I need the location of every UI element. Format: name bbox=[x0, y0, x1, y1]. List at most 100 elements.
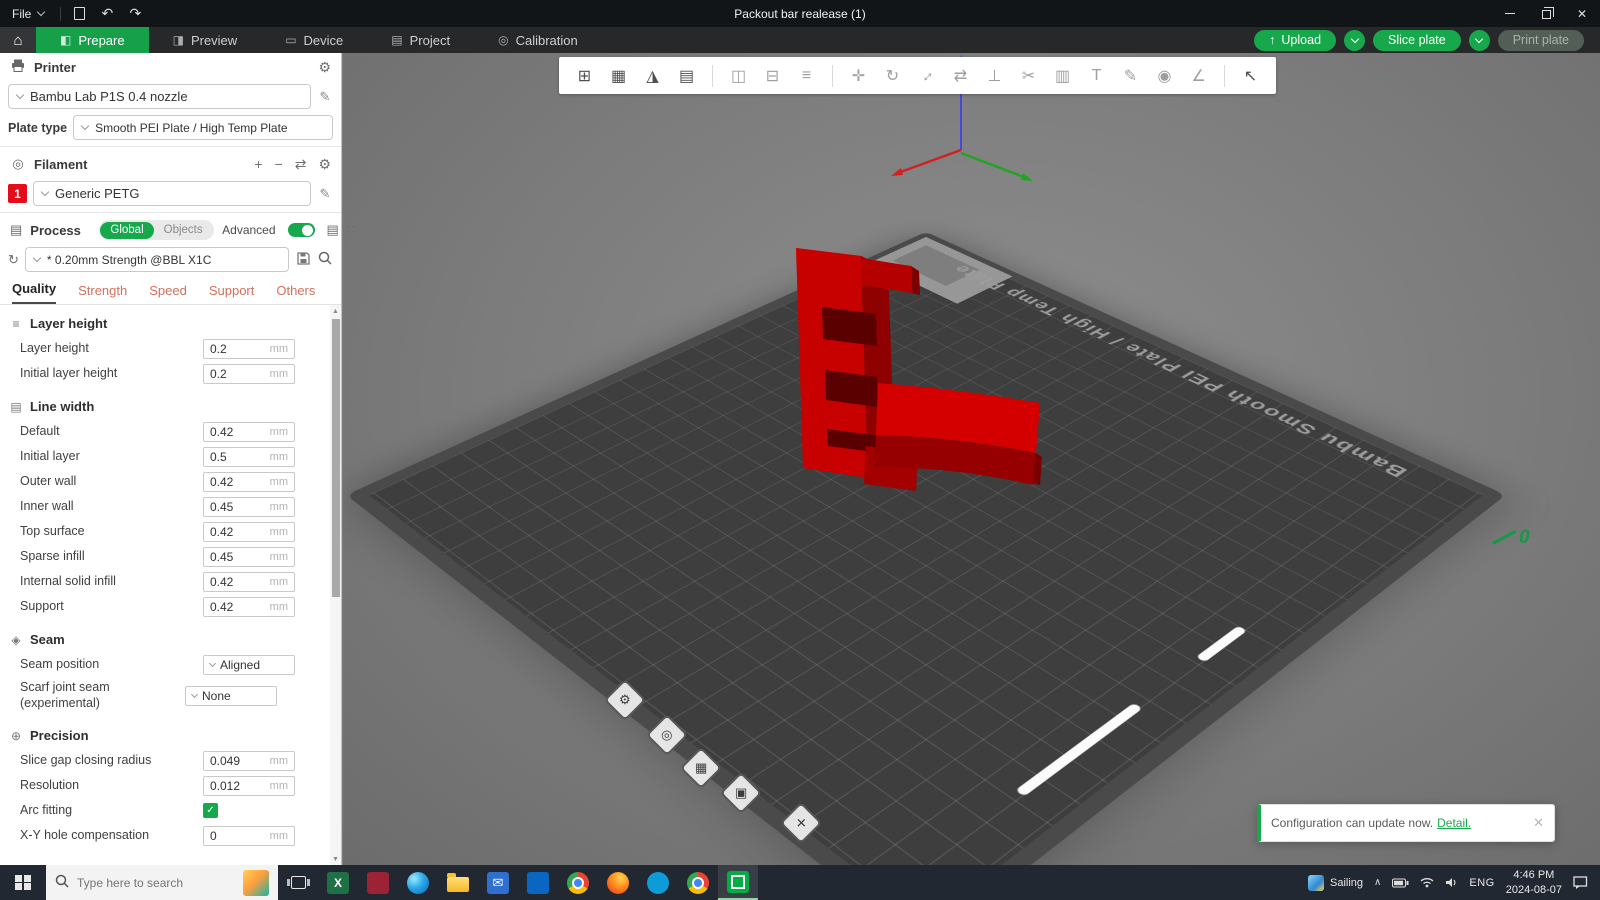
tab-strength[interactable]: Strength bbox=[78, 283, 127, 304]
scale-icon[interactable]: ↔ bbox=[905, 54, 947, 96]
assembly-view-icon[interactable]: ↖ bbox=[1235, 61, 1266, 90]
language-indicator[interactable]: ENG bbox=[1469, 877, 1494, 889]
app-icon-edge[interactable] bbox=[398, 865, 438, 900]
process-preset-select[interactable]: * 0.20mm Strength @BBL X1C bbox=[25, 247, 289, 272]
advanced-toggle[interactable] bbox=[288, 223, 315, 237]
scrollbar-track[interactable] bbox=[332, 317, 340, 853]
seam-painting-icon[interactable]: ◉ bbox=[1149, 61, 1180, 90]
start-button[interactable] bbox=[0, 865, 46, 900]
line-width-top-surface-input[interactable]: 0.42mm bbox=[203, 522, 295, 542]
file-menu[interactable]: File bbox=[0, 0, 56, 27]
paint-support-icon[interactable]: ✎ bbox=[1115, 61, 1146, 90]
filament-select[interactable]: Generic PETG bbox=[33, 181, 311, 206]
search-highlight-image[interactable] bbox=[243, 870, 269, 896]
app-icon-chrome[interactable] bbox=[558, 865, 598, 900]
add-plate-icon[interactable]: ▦ bbox=[603, 61, 634, 90]
move-icon[interactable]: ✛ bbox=[843, 61, 874, 90]
print-plate-button[interactable]: Print plate bbox=[1498, 30, 1584, 51]
search-preset-icon[interactable] bbox=[317, 251, 333, 268]
xy-hole-compensation-input[interactable]: 0mm bbox=[203, 826, 295, 846]
scroll-down-icon[interactable]: ▼ bbox=[332, 853, 339, 865]
tray-expand-icon[interactable]: ∧ bbox=[1374, 877, 1381, 888]
filament-edit-icon[interactable]: ✎ bbox=[317, 186, 333, 202]
line-width-internal-solid-input[interactable]: 0.42mm bbox=[203, 572, 295, 592]
restore-button[interactable] bbox=[1528, 0, 1564, 27]
action-center-icon[interactable] bbox=[1573, 876, 1588, 889]
auto-orient-icon[interactable]: ◮ bbox=[637, 61, 668, 90]
printer-settings-icon[interactable]: ⚙ bbox=[318, 59, 331, 76]
scope-global-pill[interactable]: Global bbox=[100, 222, 153, 239]
tab-calibration[interactable]: ◎ Calibration bbox=[474, 27, 602, 53]
model-object[interactable] bbox=[778, 231, 1048, 501]
app-icon-file-explorer[interactable] bbox=[438, 865, 478, 900]
viewport-3d[interactable]: Bambu Smooth PEI Plate / High Temp Plate… bbox=[343, 53, 1600, 865]
line-width-default-input[interactable]: 0.42mm bbox=[203, 422, 295, 442]
home-button[interactable]: ⌂ bbox=[0, 27, 36, 53]
minimize-button[interactable] bbox=[1492, 0, 1528, 27]
slice-plate-button[interactable]: Slice plate bbox=[1373, 30, 1461, 51]
save-project-icon[interactable] bbox=[65, 0, 93, 27]
app-icon-excel[interactable]: X bbox=[318, 865, 358, 900]
text-tool-icon[interactable]: T bbox=[1081, 61, 1112, 90]
add-object-icon[interactable]: ⊞ bbox=[569, 61, 600, 90]
process-scope-toggle[interactable]: Global Objects bbox=[99, 220, 214, 240]
lay-on-face-icon[interactable]: ⊥ bbox=[979, 61, 1010, 90]
undo-icon[interactable]: ↶ bbox=[93, 0, 121, 27]
printer-select[interactable]: Bambu Lab P1S 0.4 nozzle bbox=[8, 84, 311, 109]
upload-button[interactable]: ↑ Upload bbox=[1254, 30, 1336, 51]
tab-project[interactable]: ▤ Project bbox=[367, 27, 474, 53]
split-to-objects-icon[interactable]: ◫ bbox=[723, 61, 754, 90]
scrollbar-thumb[interactable] bbox=[332, 319, 340, 597]
tab-prepare[interactable]: ◧ Prepare bbox=[36, 27, 149, 53]
tab-quality[interactable]: Quality bbox=[12, 281, 56, 304]
arc-fitting-checkbox[interactable] bbox=[203, 803, 218, 818]
process-grid-icon[interactable]: ∷ bbox=[347, 222, 355, 238]
battery-icon[interactable] bbox=[1392, 878, 1409, 888]
redo-icon[interactable]: ↷ bbox=[121, 0, 149, 27]
line-width-support-input[interactable]: 0.42mm bbox=[203, 597, 295, 617]
seam-position-select[interactable]: Aligned bbox=[203, 655, 295, 675]
taskbar-search[interactable] bbox=[46, 865, 278, 900]
tab-device[interactable]: ▭ Device bbox=[261, 27, 367, 53]
split-to-parts-icon[interactable]: ⊟ bbox=[757, 61, 788, 90]
line-width-initial-input[interactable]: 0.5mm bbox=[203, 447, 295, 467]
wifi-icon[interactable] bbox=[1420, 877, 1434, 888]
cut-icon[interactable]: ✂ bbox=[1013, 61, 1044, 90]
tab-preview[interactable]: ◨ Preview bbox=[149, 27, 262, 53]
assembly-list-icon[interactable]: ≡ bbox=[791, 61, 822, 90]
save-preset-icon[interactable] bbox=[295, 252, 311, 268]
search-input[interactable] bbox=[77, 876, 235, 890]
variable-layer-height-icon[interactable]: ▥ bbox=[1047, 61, 1078, 90]
weather-widget[interactable]: Sailing bbox=[1308, 875, 1363, 891]
tab-speed[interactable]: Speed bbox=[149, 283, 187, 304]
toast-detail-link[interactable]: Detail. bbox=[1437, 816, 1471, 830]
filament-settings-icon[interactable]: ⚙ bbox=[318, 156, 331, 173]
tab-others[interactable]: Others bbox=[276, 283, 315, 304]
close-button[interactable]: ✕ bbox=[1564, 0, 1600, 27]
app-icon-bambu-studio[interactable] bbox=[718, 865, 758, 900]
app-icon-blue[interactable] bbox=[638, 865, 678, 900]
resolution-input[interactable]: 0.012mm bbox=[203, 776, 295, 796]
process-list-icon[interactable]: ▤ bbox=[327, 222, 339, 238]
printer-edit-icon[interactable]: ✎ bbox=[317, 89, 333, 105]
app-icon-firefox[interactable] bbox=[598, 865, 638, 900]
scarf-joint-seam-select[interactable]: None bbox=[185, 686, 277, 706]
app-icon-red[interactable] bbox=[358, 865, 398, 900]
filament-slot-badge[interactable]: 1 bbox=[8, 184, 27, 203]
rotate-icon[interactable]: ↻ bbox=[877, 61, 908, 90]
initial-layer-height-input[interactable]: 0.2mm bbox=[203, 364, 295, 384]
arrange-icon[interactable]: ▤ bbox=[671, 61, 702, 90]
flush-volumes-icon[interactable]: ⇄ bbox=[295, 156, 307, 173]
measure-icon[interactable]: ∠ bbox=[1183, 61, 1214, 90]
line-width-sparse-infill-input[interactable]: 0.45mm bbox=[203, 547, 295, 567]
app-icon-mail[interactable]: ✉ bbox=[478, 865, 518, 900]
add-filament-icon[interactable]: + bbox=[254, 156, 262, 172]
line-width-inner-wall-input[interactable]: 0.45mm bbox=[203, 497, 295, 517]
parameter-panel[interactable]: ≡Layer height Layer height 0.2mm Initial… bbox=[0, 305, 341, 865]
line-width-outer-wall-input[interactable]: 0.42mm bbox=[203, 472, 295, 492]
remove-filament-icon[interactable]: − bbox=[275, 156, 283, 172]
sidebar-scrollbar[interactable]: ▲ ▼ bbox=[330, 305, 341, 865]
app-icon-chrome-2[interactable] bbox=[678, 865, 718, 900]
task-view-button[interactable] bbox=[278, 865, 318, 900]
scroll-up-icon[interactable]: ▲ bbox=[332, 305, 339, 317]
